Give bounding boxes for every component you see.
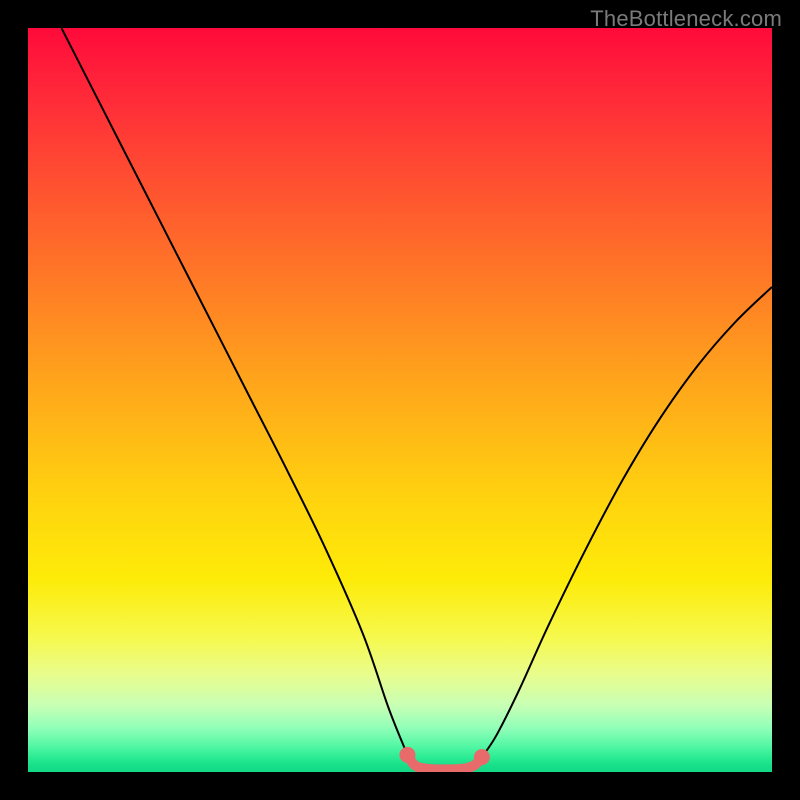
chart-frame: TheBottleneck.com	[0, 0, 800, 800]
watermark-text: TheBottleneck.com	[590, 6, 782, 32]
valley-marker	[474, 749, 490, 765]
curve-left-branch	[61, 28, 407, 755]
bottleneck-curve	[28, 28, 772, 772]
curve-valley-highlight	[407, 755, 481, 770]
plot-area	[28, 28, 772, 772]
valley-marker	[399, 747, 415, 763]
curve-right-branch	[482, 287, 772, 757]
